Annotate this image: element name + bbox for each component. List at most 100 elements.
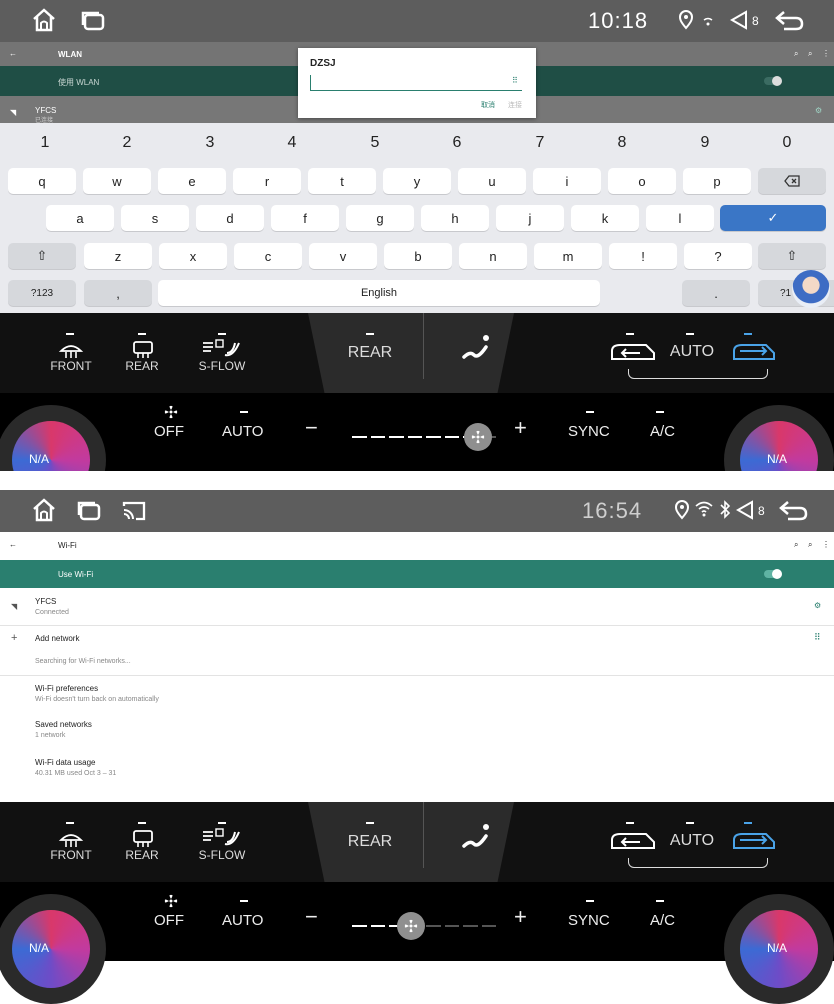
front-defrost-icon[interactable]: [58, 828, 84, 848]
letter-key-l[interactable]: l: [646, 205, 714, 231]
left-temperature-knob[interactable]: N/A: [0, 894, 106, 1004]
letter-key-a[interactable]: a: [46, 205, 114, 231]
number-key[interactable]: 3: [195, 134, 225, 152]
fan-speed-handle[interactable]: [397, 912, 426, 940]
fan-direction-icon[interactable]: [460, 820, 494, 854]
number-key[interactable]: 6: [442, 134, 472, 152]
search-icon-2[interactable]: ⌕: [808, 540, 812, 550]
letter-key-p[interactable]: p: [683, 168, 751, 194]
letter-key-u[interactable]: u: [458, 168, 526, 194]
letter-key-b[interactable]: b: [384, 243, 452, 269]
overflow-menu-icon[interactable]: ⋮: [822, 49, 830, 58]
fan-speed-handle[interactable]: [463, 423, 492, 451]
password-input[interactable]: [310, 75, 522, 91]
letter-key-n[interactable]: n: [459, 243, 527, 269]
wifi-toggle-switch[interactable]: [764, 76, 782, 86]
space-key[interactable]: English: [158, 280, 600, 306]
s-flow-icon[interactable]: [201, 337, 241, 359]
letter-key-i[interactable]: i: [533, 168, 601, 194]
network-settings-icon[interactable]: ⚙: [815, 106, 822, 115]
letter-key-o[interactable]: o: [608, 168, 676, 194]
saved-networks-row[interactable]: Saved networks 1 network: [0, 716, 834, 744]
comma-key[interactable]: ,: [84, 280, 152, 306]
letter-key-?[interactable]: ?: [684, 243, 752, 269]
number-key[interactable]: 9: [690, 134, 720, 152]
connected-network-row[interactable]: ◥ YFCS Connected ⚙: [0, 590, 834, 624]
letter-key-r[interactable]: r: [233, 168, 301, 194]
rear-defrost-icon[interactable]: [131, 339, 155, 359]
sync-button[interactable]: SYNC: [568, 423, 610, 440]
letter-key-c[interactable]: c: [234, 243, 302, 269]
search-icon[interactable]: ⌕: [794, 49, 798, 59]
shift-key-right[interactable]: ⇧: [758, 243, 826, 269]
recent-apps-icon[interactable]: [76, 496, 102, 524]
letter-key-![interactable]: !: [609, 243, 677, 269]
period-key[interactable]: .: [682, 280, 750, 306]
number-key[interactable]: 1: [30, 134, 60, 152]
letter-key-f[interactable]: f: [271, 205, 339, 231]
rear-defrost-icon[interactable]: [131, 828, 155, 848]
fan-direction-icon[interactable]: [460, 331, 494, 365]
number-key[interactable]: 8: [607, 134, 637, 152]
s-flow-icon[interactable]: [201, 826, 241, 848]
letter-key-d[interactable]: d: [196, 205, 264, 231]
letter-key-j[interactable]: j: [496, 205, 564, 231]
back-arrow-icon[interactable]: ←: [9, 49, 17, 58]
home-icon[interactable]: [30, 6, 58, 34]
recirculation-icon[interactable]: [606, 830, 658, 856]
fan-off-button[interactable]: OFF: [154, 912, 184, 929]
letter-key-t[interactable]: t: [308, 168, 376, 194]
dialog-cancel-button[interactable]: 取消: [481, 100, 495, 110]
letter-key-y[interactable]: y: [383, 168, 451, 194]
backspace-key[interactable]: [758, 168, 826, 194]
recent-apps-icon[interactable]: [80, 6, 106, 34]
letter-key-x[interactable]: x: [159, 243, 227, 269]
fan-auto-button[interactable]: AUTO: [222, 912, 263, 929]
dialog-connect-button[interactable]: 连接: [508, 100, 522, 110]
letter-key-v[interactable]: v: [309, 243, 377, 269]
auto-label[interactable]: AUTO: [662, 343, 722, 361]
wifi-toggle-bar[interactable]: Use Wi-Fi: [0, 560, 834, 588]
qr-scan-icon[interactable]: ⠿: [512, 76, 518, 85]
ac-button[interactable]: A/C: [650, 423, 675, 440]
wifi-toggle-switch[interactable]: [764, 569, 782, 579]
assistant-avatar-icon[interactable]: [792, 270, 830, 308]
symbols-key[interactable]: ?123: [8, 280, 76, 306]
back-arrow-icon[interactable]: ←: [9, 540, 17, 549]
fan-decrease-button[interactable]: −: [305, 415, 318, 441]
fan-auto-button[interactable]: AUTO: [222, 423, 263, 440]
number-key[interactable]: 4: [277, 134, 307, 152]
right-temperature-knob[interactable]: N/A: [724, 894, 834, 1004]
network-settings-icon[interactable]: ⚙: [814, 601, 821, 610]
back-icon[interactable]: [772, 6, 806, 34]
letter-key-h[interactable]: h: [421, 205, 489, 231]
volume-icon[interactable]: [734, 496, 756, 524]
home-icon[interactable]: [30, 496, 58, 524]
number-key[interactable]: 5: [360, 134, 390, 152]
overflow-menu-icon[interactable]: ⋮: [822, 540, 830, 549]
search-icon[interactable]: ⌕: [794, 540, 798, 550]
cast-icon[interactable]: [120, 496, 148, 524]
letter-key-m[interactable]: m: [534, 243, 602, 269]
fan-increase-button[interactable]: +: [514, 904, 527, 930]
number-key[interactable]: 7: [525, 134, 555, 152]
number-key[interactable]: 0: [772, 134, 802, 152]
fresh-air-icon[interactable]: [730, 341, 778, 367]
wifi-preferences-row[interactable]: Wi-Fi preferences Wi-Fi doesn't turn bac…: [0, 680, 834, 708]
ac-button[interactable]: A/C: [650, 912, 675, 929]
letter-key-g[interactable]: g: [346, 205, 414, 231]
wifi-data-usage-row[interactable]: Wi-Fi data usage 40.31 MB used Oct 3 – 3…: [0, 754, 834, 782]
fan-decrease-button[interactable]: −: [305, 904, 318, 930]
number-key[interactable]: 2: [112, 134, 142, 152]
letter-key-q[interactable]: q: [8, 168, 76, 194]
sync-button[interactable]: SYNC: [568, 912, 610, 929]
letter-key-w[interactable]: w: [83, 168, 151, 194]
letter-key-e[interactable]: e: [158, 168, 226, 194]
back-icon[interactable]: [776, 496, 810, 524]
fan-off-button[interactable]: OFF: [154, 423, 184, 440]
search-icon-2[interactable]: ⌕: [808, 49, 812, 59]
letter-key-z[interactable]: z: [84, 243, 152, 269]
enter-key[interactable]: ✓: [720, 205, 826, 231]
shift-key-left[interactable]: ⇧: [8, 243, 76, 269]
volume-icon[interactable]: [728, 6, 750, 34]
